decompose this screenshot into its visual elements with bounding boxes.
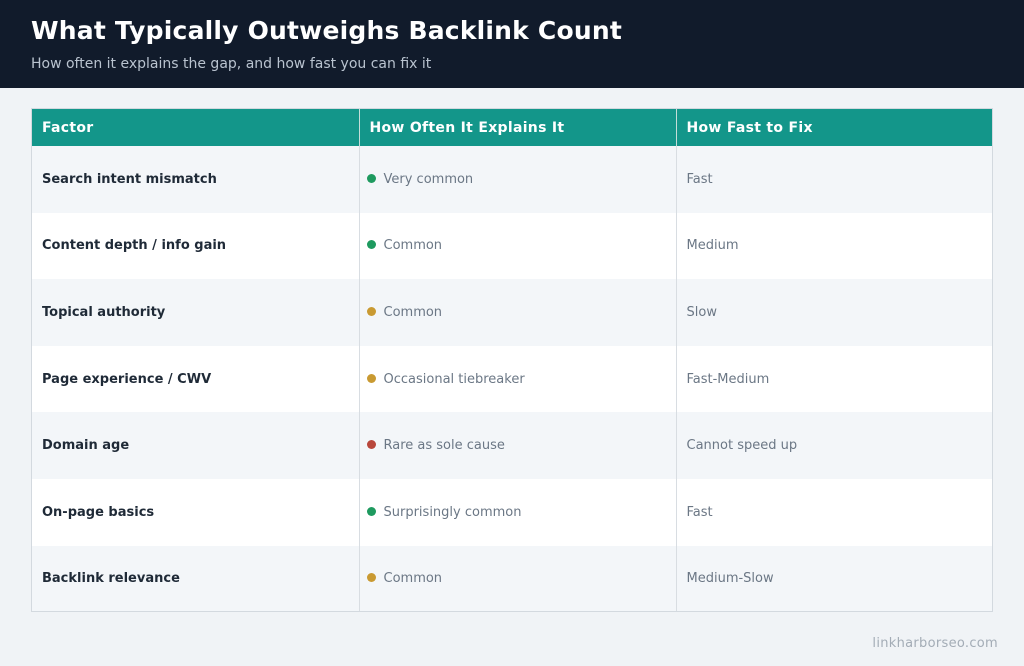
status-dot-icon <box>366 173 376 183</box>
frequency-cell: Rare as sole cause <box>359 412 677 479</box>
frequency-label: Common <box>383 238 443 254</box>
frequency-label: Common <box>383 571 443 587</box>
factor-cell: Content depth / info gain <box>32 212 360 280</box>
table-row: Page experience / CWV Occasional tiebreak… <box>32 345 992 413</box>
table-header-row: Factor How Often It Explains It How Fast… <box>32 109 992 146</box>
status-dot-icon <box>366 506 376 516</box>
source-credit: linkharborseo.com <box>872 636 998 651</box>
column-header-factor: Factor <box>32 109 360 146</box>
comparison-table: Factor How Often It Explains It How Fast… <box>31 108 993 612</box>
status-dot-icon <box>366 373 376 383</box>
factor-cell: On-page basics <box>32 478 360 546</box>
table-row: Domain age Rare as sole cause Cannot speed… <box>32 412 992 479</box>
column-header-how-fast: How Fast to Fix <box>686 119 813 136</box>
status-dot-icon <box>366 440 376 450</box>
table-row: On-page basics Surprisingly common Fast <box>32 478 992 546</box>
fix-speed-cell: Medium <box>686 238 739 254</box>
frequency-cell: Occasional tiebreaker <box>359 345 677 413</box>
fix-speed-cell: Slow <box>686 304 717 320</box>
frequency-cell: Common <box>359 279 677 346</box>
frequency-cell: Common <box>359 545 677 611</box>
page-subtitle: How often it explains the gap, and how f… <box>31 56 432 72</box>
table-row: Content depth / info gain Common Medium <box>32 212 992 280</box>
fix-speed-cell: Medium-Slow <box>686 571 774 587</box>
frequency-cell: Surprisingly common <box>359 478 677 546</box>
frequency-label: Surprisingly common <box>383 504 522 520</box>
status-dot-icon <box>366 240 376 250</box>
fix-speed-cell: Cannot speed up <box>686 438 798 454</box>
frequency-label: Common <box>383 304 443 320</box>
page-title: What Typically Outweighs Backlink Count <box>31 16 622 45</box>
page-header: What Typically Outweighs Backlink Count … <box>0 0 1024 88</box>
table-row: Topical authority Common Slow <box>32 279 992 346</box>
fix-speed-cell: Fast <box>686 504 713 520</box>
table-row: Search intent mismatch Very common Fast <box>32 146 992 213</box>
factor-cell: Search intent mismatch <box>32 146 360 213</box>
column-header-how-often: How Often It Explains It <box>359 109 677 146</box>
fix-speed-cell: Fast <box>686 171 713 187</box>
factor-cell: Topical authority <box>32 279 360 346</box>
table-row: Backlink relevance Common Medium-Slow <box>32 545 992 611</box>
frequency-label: Very common <box>383 171 474 187</box>
frequency-label: Occasional tiebreaker <box>383 371 525 387</box>
frequency-cell: Common <box>359 212 677 280</box>
status-dot-icon <box>366 573 376 583</box>
frequency-label: Rare as sole cause <box>383 438 505 454</box>
factor-cell: Page experience / CWV <box>32 345 360 413</box>
frequency-cell: Very common <box>359 146 677 213</box>
fix-speed-cell: Fast-Medium <box>686 371 770 387</box>
status-dot-icon <box>366 306 376 316</box>
factor-cell: Backlink relevance <box>32 545 360 611</box>
factor-cell: Domain age <box>32 412 360 479</box>
